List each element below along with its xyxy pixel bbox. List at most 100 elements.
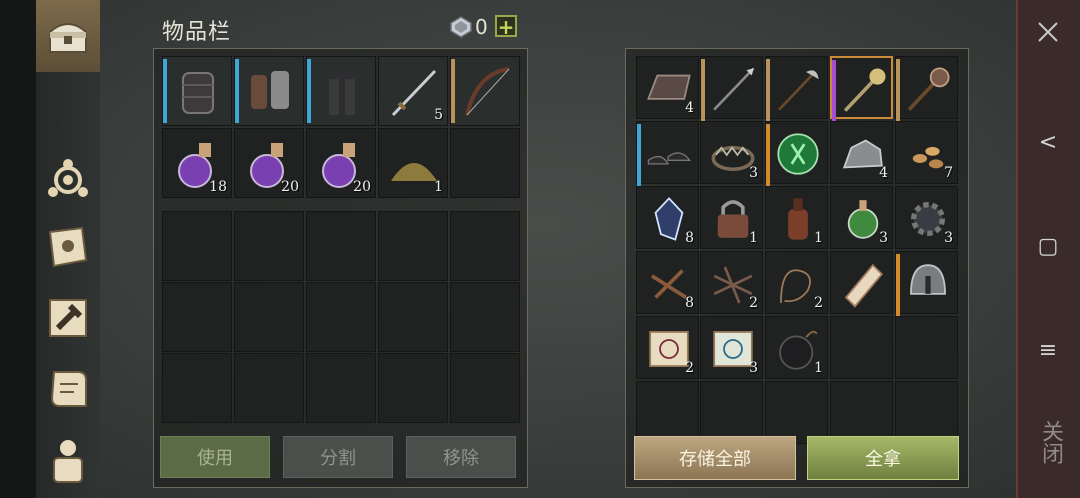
item-count: 20 [281,179,299,195]
item-slot[interactable] [234,56,304,126]
empty-slot[interactable] [306,353,376,423]
item-count: 4 [879,165,888,181]
item-slot[interactable]: 7 [895,121,958,184]
use-button[interactable]: 使用 [160,436,270,478]
rarity-bar [163,59,167,123]
item-slot[interactable]: 20 [306,128,376,198]
inventory-title: 物品栏 [162,20,232,45]
rarity-bar [896,254,900,318]
empty-slot[interactable] [234,353,304,423]
gem-icon [450,16,472,38]
bow-icon [465,67,510,116]
item-slot[interactable]: 5 [378,56,448,126]
empty-slot[interactable] [895,381,958,444]
item-slot[interactable]: 2 [765,251,828,314]
empty-slot[interactable] [234,282,304,352]
item-slot[interactable] [830,251,893,314]
item-slot[interactable]: 3 [700,121,763,184]
empty-slot[interactable] [378,282,448,352]
back-button[interactable]: < [1030,130,1066,155]
leg-armor-icon [329,69,355,115]
chest-icon[interactable] [40,8,96,64]
item-slot[interactable] [765,121,828,188]
rarity-bar [235,59,239,123]
store-all-button[interactable]: 存储全部 [634,436,796,480]
item-slot[interactable] [306,56,376,126]
empty-slot[interactable] [765,381,828,444]
item-count: 7 [944,165,953,181]
empty-slot[interactable] [162,353,232,423]
spear-icon [713,67,755,111]
item-slot[interactable] [895,251,958,318]
item-count: 5 [434,107,443,123]
item-slot[interactable]: 2 [700,251,763,314]
item-slot[interactable]: 1 [700,186,763,249]
item-slot[interactable]: 8 [636,186,699,249]
item-slot[interactable] [895,56,958,123]
rarity-bar [832,60,836,124]
remove-button[interactable]: 移除 [406,436,516,478]
item-count: 3 [944,230,953,246]
rarity-bar [307,59,311,123]
menu-button[interactable]: ≡ [1030,338,1066,363]
item-slot[interactable]: 1 [765,316,828,379]
empty-slot[interactable] [162,211,232,281]
item-count: 8 [685,230,694,246]
empty-slot[interactable] [450,353,520,423]
close-icon[interactable] [1036,20,1060,44]
skill-tree-icon[interactable] [40,150,96,206]
empty-slot[interactable] [306,211,376,281]
item-slot[interactable] [700,56,763,123]
empty-slot[interactable] [450,282,520,352]
journal-book-icon[interactable] [40,220,96,276]
rarity-bar [701,59,705,123]
close-label[interactable]: 关闭 [1034,420,1066,464]
map-scroll-icon[interactable] [40,362,96,418]
empty-slot[interactable] [306,282,376,352]
empty-slot[interactable] [895,316,958,379]
left-edge [0,0,36,498]
item-slot[interactable] [162,56,232,126]
empty-slot[interactable] [450,211,520,281]
empty-slot[interactable] [378,353,448,423]
helmet-icon [910,264,946,295]
shoes-icon [647,152,691,165]
item-slot[interactable] [636,121,699,188]
item-count: 8 [685,295,694,311]
rarity-bar [896,59,900,123]
item-slot[interactable]: 18 [162,128,232,198]
item-slot[interactable]: 3 [830,186,893,249]
morning-star-icon [907,67,950,111]
item-slot[interactable]: 3 [895,186,958,249]
item-slot[interactable] [765,56,828,123]
item-slot[interactable]: 8 [636,251,699,314]
item-slot[interactable]: 20 [234,128,304,198]
item-slot[interactable]: 1 [378,128,448,198]
empty-slot[interactable] [162,282,232,352]
item-slot[interactable] [830,56,893,124]
gloves-icon [251,71,289,109]
item-count: 1 [434,179,443,195]
character-icon[interactable] [40,432,96,488]
item-slot[interactable]: 4 [636,56,699,119]
empty-slot[interactable] [636,381,699,444]
empty-slot[interactable] [378,211,448,281]
take-all-button[interactable]: 全拿 [807,436,959,480]
split-button[interactable]: 分割 [283,436,393,478]
item-slot[interactable]: 4 [830,121,893,184]
green-rune-icon [777,133,819,175]
empty-slot[interactable] [234,211,304,281]
home-button[interactable]: ▢ [1030,234,1066,259]
crafting-hammer-icon[interactable] [40,290,96,346]
item-slot[interactable]: 1 [765,186,828,249]
item-count: 3 [749,165,758,181]
item-count: 3 [749,360,758,376]
item-slot[interactable]: 2 [636,316,699,379]
empty-slot[interactable] [830,381,893,444]
item-slot[interactable] [450,56,520,126]
item-slot[interactable]: 3 [700,316,763,379]
empty-slot[interactable] [830,316,893,379]
empty-slot[interactable] [450,128,520,198]
add-gem-button[interactable]: + [495,15,517,37]
empty-slot[interactable] [700,381,763,444]
